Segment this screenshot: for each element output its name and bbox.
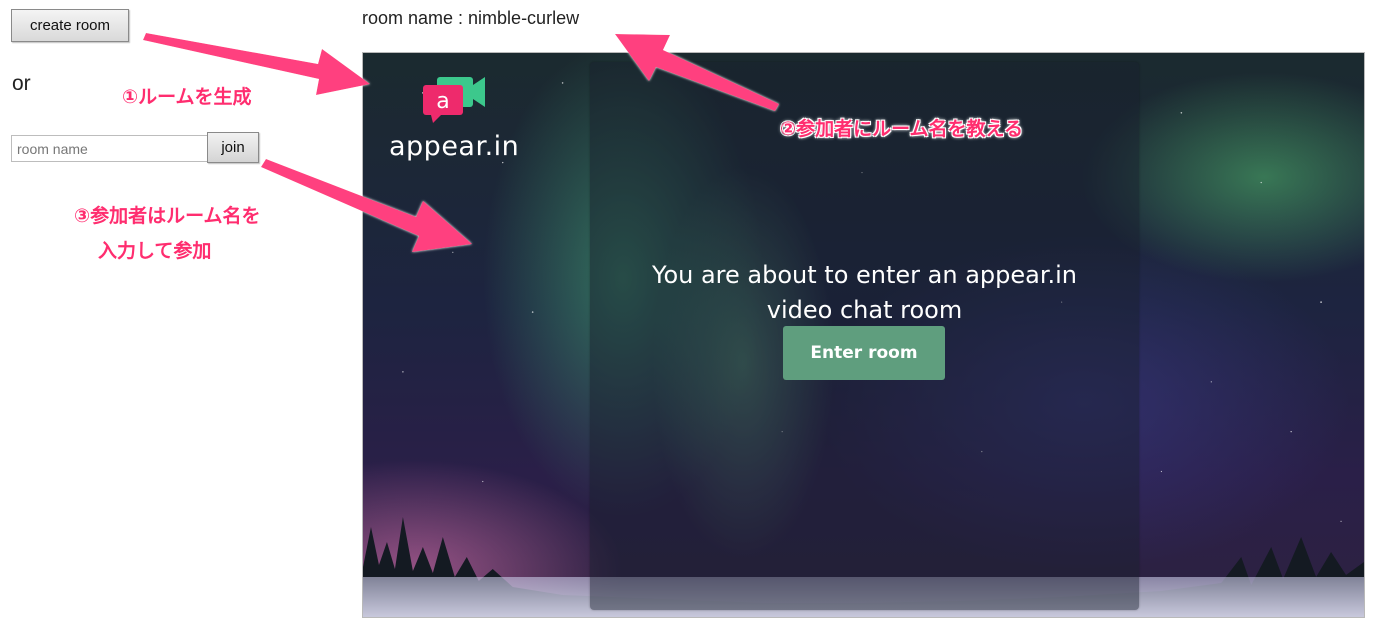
annotation-step-3-line-1: ③参加者はルーム名を (74, 205, 261, 227)
room-name-label: room name : nimble-curlew (362, 8, 580, 28)
message-line-2: video chat room (766, 296, 963, 324)
join-button[interactable]: join (207, 132, 259, 163)
annotation-step-3-line-2: 入力して参加 (98, 240, 212, 262)
logo-letter: a (436, 89, 449, 114)
or-separator-text: or (12, 72, 31, 95)
appear-in-logo-icon: a (423, 77, 485, 123)
create-room-button[interactable]: create room (11, 9, 129, 42)
annotation-step-1: ①ルームを生成 (122, 86, 252, 108)
enter-room-message: You are about to enter an appear.in vide… (590, 258, 1139, 328)
message-line-1: You are about to enter an appear.in (651, 261, 1078, 289)
enter-room-button[interactable]: Enter room (783, 326, 945, 380)
room-name-input[interactable] (11, 135, 209, 162)
enter-room-panel: You are about to enter an appear.in vide… (590, 62, 1139, 610)
annotation-step-2: ②参加者にルーム名を教える (780, 118, 1023, 140)
appear-in-wordmark: appear.in (389, 131, 520, 162)
